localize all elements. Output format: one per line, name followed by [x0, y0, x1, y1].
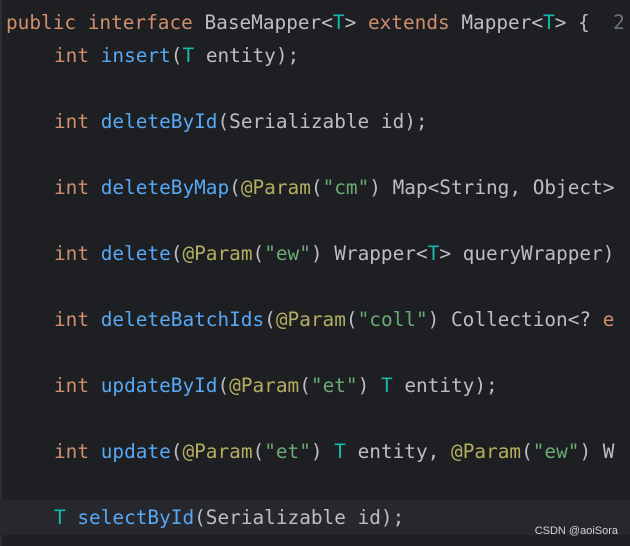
code-token-plain: ( — [345, 308, 358, 331]
code-token-tp: T — [334, 440, 346, 463]
code-token-ann: @Param — [240, 176, 311, 199]
code-token-fn: selectById — [77, 506, 195, 529]
code-token-kw: int — [54, 308, 90, 331]
code-token-fn: insert — [100, 44, 171, 67]
code-token-hint: 2 — [613, 11, 625, 34]
code-line-delete-by-map[interactable]: int deleteByMap(@Param("cm") Map<String,… — [54, 172, 614, 204]
code-token-tp: T — [543, 11, 555, 34]
csdn-watermark: CSDN @aoiSora — [534, 525, 618, 537]
code-token-plain: ( — [252, 242, 265, 265]
code-editor[interactable]: public interface BaseMapper<T> extends M… — [0, 0, 630, 546]
code-token-kw: int — [54, 44, 90, 67]
code-token-kw: int — [54, 176, 90, 199]
code-token-plain: ( — [299, 374, 311, 397]
code-token-plain: ( — [170, 440, 183, 463]
code-token-str: "ew" — [532, 440, 580, 463]
code-token-fn: delete — [100, 242, 171, 265]
code-token-kw: extends — [367, 11, 450, 34]
code-token-plain: ( — [521, 440, 533, 463]
code-token-plain: ( — [170, 242, 183, 265]
code-token-plain: > { — [554, 11, 614, 34]
code-line-delete-by-id[interactable]: int deleteById(Serializable id); — [54, 106, 428, 138]
code-token-plain: BaseMapper< — [192, 11, 333, 34]
code-token-plain: ( — [264, 308, 276, 331]
code-token-kw: interface — [87, 11, 193, 34]
code-token-plain: ( — [310, 176, 323, 199]
code-token-kw: int — [54, 440, 90, 463]
code-token-str: "cm" — [322, 176, 370, 199]
code-token-str: "et" — [310, 374, 358, 397]
code-token-kw: public — [6, 11, 77, 34]
code-token-kw: int — [54, 242, 90, 265]
code-token-plain: ) Collection<? — [427, 308, 603, 331]
code-token-plain: ) Map<String, Object> — [369, 176, 615, 199]
code-token-str: "ew" — [264, 242, 311, 265]
code-line-delete[interactable]: int delete(@Param("ew") Wrapper<T> query… — [54, 238, 614, 270]
code-token-plain: (Serializable id); — [217, 110, 428, 133]
code-token-plain: (Serializable id); — [194, 506, 405, 529]
code-line-select-by-id[interactable]: T selectById(Serializable id); — [54, 502, 404, 534]
code-token-plain: ( — [170, 44, 183, 67]
code-token-fn: deleteByMap — [100, 176, 230, 199]
code-token-plain: ( — [217, 374, 230, 397]
code-token-plain: ( — [229, 176, 241, 199]
code-token-fn: deleteBatchIds — [100, 308, 265, 331]
editor-left-edge — [0, 0, 2, 546]
code-line-delete-batch-ids[interactable]: int deleteBatchIds(@Param("coll") Collec… — [54, 304, 614, 336]
code-token-tp: T — [54, 506, 66, 529]
code-line-insert[interactable]: int insert(T entity); — [54, 40, 299, 72]
code-token-kw: int — [54, 374, 90, 397]
code-token-tp: T — [182, 44, 195, 67]
code-line-update[interactable]: int update(@Param("et") T entity, @Param… — [54, 436, 614, 468]
code-token-plain: entity); — [392, 374, 498, 397]
code-token-plain: > — [344, 11, 368, 34]
code-token-ann: @Param — [229, 374, 300, 397]
code-token-plain: ) Wrapper< — [310, 242, 428, 265]
code-token-plain: entity, — [345, 440, 452, 463]
code-token-ann: @Param — [182, 242, 253, 265]
code-token-ann: @Param — [275, 308, 346, 331]
code-token-str: "et" — [264, 440, 311, 463]
code-token-str: "coll" — [357, 308, 428, 331]
code-token-plain: > queryWrapper) — [439, 242, 615, 265]
code-token-tp: T — [380, 374, 393, 397]
code-token-plain: ) W — [579, 440, 615, 463]
code-token-fn: updateById — [100, 374, 218, 397]
code-token-plain: ) — [310, 440, 335, 463]
code-token-kw: int — [54, 110, 90, 133]
code-token-plain: ) — [357, 374, 381, 397]
code-token-fn: deleteById — [100, 110, 218, 133]
code-token-plain: entity); — [194, 44, 300, 67]
code-token-plain: ( — [252, 440, 265, 463]
code-token-kw: e — [602, 308, 615, 331]
code-token-tp: T — [332, 11, 345, 34]
code-line-update-by-id[interactable]: int updateById(@Param("et") T entity); — [54, 370, 498, 402]
code-token-ann: @Param — [182, 440, 253, 463]
code-line-interface-declaration[interactable]: public interface BaseMapper<T> extends M… — [6, 7, 625, 39]
code-token-tp: T — [427, 242, 440, 265]
code-token-ann: @Param — [451, 440, 522, 463]
code-token-plain: Mapper< — [449, 11, 544, 34]
code-token-fn: update — [100, 440, 171, 463]
